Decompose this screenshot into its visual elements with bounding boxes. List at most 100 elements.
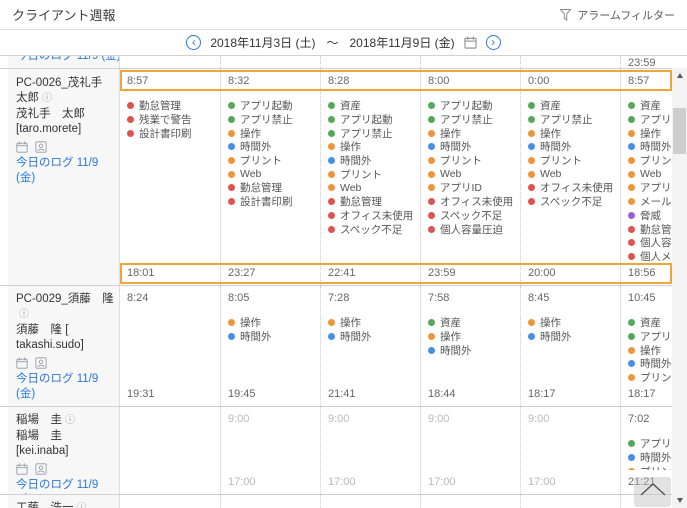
next-week-button[interactable]: ›: [486, 35, 501, 50]
day-cell[interactable]: 8:00アプリ起動アプリ禁止操作時間外プリントWebアプリIDオフィス未使用スペ…: [420, 69, 520, 285]
info-icon[interactable]: ⓘ: [42, 93, 52, 104]
alarm-item[interactable]: 操作: [328, 316, 418, 330]
day-cell[interactable]: 8:2419:31: [120, 286, 220, 406]
day-cell[interactable]: 8:32アプリ起動アプリ禁止操作時間外プリントWeb勤怠管理設計書印刷23:27: [220, 69, 320, 285]
alarm-item[interactable]: オフィス未使用: [428, 195, 518, 209]
alarm-item[interactable]: 勤怠管理: [328, 195, 418, 209]
user-name: 茂礼手 太郎 [taro.morete]: [16, 107, 114, 137]
alarm-item[interactable]: 勤怠管理: [127, 99, 218, 113]
day-cell[interactable]: [320, 495, 420, 508]
alarm-item[interactable]: プリント: [228, 154, 318, 168]
calendar-icon[interactable]: [16, 141, 28, 153]
today-log-link[interactable]: 今日のログ 11/9 (金): [16, 56, 114, 64]
alarm-item[interactable]: スペック不足: [428, 209, 518, 223]
today-log-link[interactable]: 今日のログ 11/9 (金): [16, 478, 114, 494]
alarm-item[interactable]: アプリ禁止: [528, 113, 618, 127]
alarm-item[interactable]: 資産: [428, 316, 518, 330]
alarm-item[interactable]: アプリ禁止: [328, 126, 418, 140]
day-cell[interactable]: [120, 407, 220, 494]
calendar-icon[interactable]: [16, 357, 28, 369]
scrollbar-up-button[interactable]: [672, 68, 687, 83]
day-cell[interactable]: [320, 56, 420, 68]
day-cell[interactable]: [520, 495, 620, 508]
alarm-item[interactable]: アプリ起動: [428, 99, 518, 113]
day-cell[interactable]: 7:58資産操作時間外18:44: [420, 286, 520, 406]
table-row: 工藤 浩一ⓘ: [0, 495, 687, 508]
alarm-item[interactable]: 操作: [328, 140, 418, 154]
id-card-icon[interactable]: [35, 141, 47, 153]
info-icon[interactable]: ⓘ: [77, 503, 87, 508]
day-cell[interactable]: 8:57勤怠管理残業で警告設計書印刷18:01: [120, 69, 220, 285]
day-cell[interactable]: [220, 56, 320, 68]
alarm-item[interactable]: 勤怠管理: [228, 181, 318, 195]
day-cell[interactable]: 9:0017:00: [420, 407, 520, 494]
alarm-item[interactable]: 操作: [528, 316, 618, 330]
alarm-item[interactable]: 資産: [528, 99, 618, 113]
alarm-item[interactable]: 設計書印刷: [228, 195, 318, 209]
vertical-scrollbar[interactable]: [672, 68, 687, 508]
alarm-item[interactable]: プリント: [428, 154, 518, 168]
scroll-to-top-button[interactable]: [634, 477, 671, 507]
alarm-item[interactable]: Web: [428, 167, 518, 181]
day-cell[interactable]: 7:28操作時間外21:41: [320, 286, 420, 406]
day-cell[interactable]: [220, 495, 320, 508]
alarm-item[interactable]: アプリID: [428, 181, 518, 195]
alarm-item[interactable]: 時間外: [228, 330, 318, 344]
day-cell[interactable]: [120, 56, 220, 68]
scrollbar-thumb[interactable]: [673, 108, 686, 154]
alarm-item[interactable]: 残業で警告: [127, 113, 218, 127]
alarm-item[interactable]: Web: [228, 167, 318, 181]
alarm-item[interactable]: 時間外: [328, 154, 418, 168]
prev-week-button[interactable]: ‹: [186, 35, 201, 50]
alarm-item[interactable]: 時間外: [328, 330, 418, 344]
alarm-item[interactable]: 個人容量圧迫: [428, 222, 518, 236]
alarm-item[interactable]: 時間外: [428, 343, 518, 357]
id-card-icon[interactable]: [35, 357, 47, 369]
scrollbar-down-button[interactable]: [672, 493, 687, 508]
alarm-item[interactable]: 操作: [228, 316, 318, 330]
today-log-link[interactable]: 今日のログ 11/9 (金): [16, 156, 114, 186]
calendar-icon[interactable]: [464, 36, 477, 49]
alarm-item[interactable]: スペック不足: [328, 222, 418, 236]
alarm-item[interactable]: プリント: [528, 154, 618, 168]
day-cell[interactable]: [120, 495, 220, 508]
alarm-item[interactable]: 操作: [228, 126, 318, 140]
alarm-item[interactable]: 操作: [528, 126, 618, 140]
day-cell[interactable]: 0:00資産アプリ禁止操作時間外プリントWebオフィス未使用スペック不足20:0…: [520, 69, 620, 285]
alarm-item[interactable]: 時間外: [228, 140, 318, 154]
alarm-item-list: [421, 428, 520, 470]
day-cell[interactable]: 23:59: [620, 56, 687, 68]
alarm-item[interactable]: 時間外: [428, 140, 518, 154]
alarm-item[interactable]: プリント: [328, 167, 418, 181]
today-log-link[interactable]: 今日のログ 11/9 (金): [16, 372, 114, 402]
alarm-item[interactable]: アプリ起動: [328, 113, 418, 127]
day-cell[interactable]: [420, 56, 520, 68]
alarm-item[interactable]: アプリ起動: [228, 99, 318, 113]
info-icon[interactable]: ⓘ: [19, 309, 29, 320]
day-cell[interactable]: 9:0017:00: [220, 407, 320, 494]
alarm-item[interactable]: スペック不足: [528, 195, 618, 209]
day-cell[interactable]: [420, 495, 520, 508]
day-cell[interactable]: 8:28資産アプリ起動アプリ禁止操作時間外プリントWeb勤怠管理オフィス未使用ス…: [320, 69, 420, 285]
day-cell[interactable]: 9:0017:00: [520, 407, 620, 494]
info-icon[interactable]: ⓘ: [65, 415, 75, 426]
alarm-item[interactable]: Web: [528, 167, 618, 181]
alarm-item[interactable]: 設計書印刷: [127, 126, 218, 140]
alarm-item[interactable]: 操作: [428, 330, 518, 344]
alarm-item[interactable]: アプリ禁止: [428, 113, 518, 127]
alarm-item[interactable]: 操作: [428, 126, 518, 140]
id-card-icon[interactable]: [35, 463, 47, 475]
day-cell[interactable]: [520, 56, 620, 68]
alarm-item[interactable]: アプリ禁止: [228, 113, 318, 127]
alarm-item[interactable]: Web: [328, 181, 418, 195]
alarm-item[interactable]: オフィス未使用: [528, 181, 618, 195]
alarm-filter-button[interactable]: アラームフィルター: [560, 7, 675, 23]
alarm-item[interactable]: オフィス未使用: [328, 209, 418, 223]
calendar-icon[interactable]: [16, 463, 28, 475]
alarm-item[interactable]: 時間外: [528, 140, 618, 154]
alarm-item[interactable]: 資産: [328, 99, 418, 113]
day-cell[interactable]: 9:0017:00: [320, 407, 420, 494]
day-cell[interactable]: 8:45操作時間外18:17: [520, 286, 620, 406]
alarm-item[interactable]: 時間外: [528, 330, 618, 344]
day-cell[interactable]: 8:05操作時間外19:45: [220, 286, 320, 406]
